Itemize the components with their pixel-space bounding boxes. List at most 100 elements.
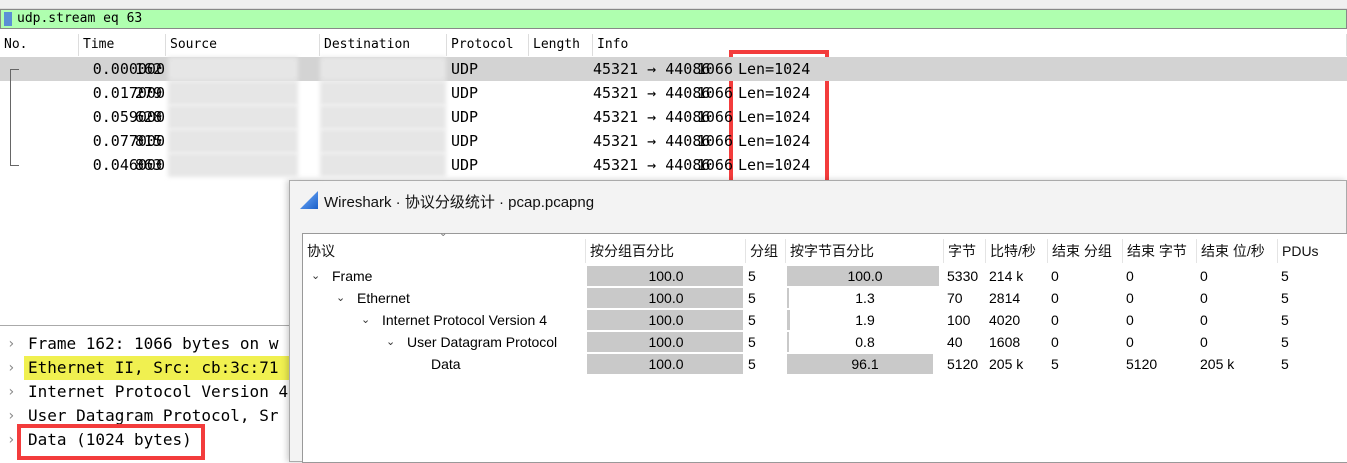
end-bps: 0 (1200, 290, 1208, 306)
end-bps: 205 k (1200, 356, 1235, 372)
source-redacted (168, 153, 298, 177)
highlight-box-data (17, 424, 205, 460)
detail-item[interactable]: › Internet Protocol Version 4 (0, 380, 290, 404)
detail-label: Frame 162: 1066 bytes on w (28, 334, 279, 353)
packets: 5 (748, 312, 756, 328)
column-header-source[interactable]: Source (166, 34, 320, 56)
chevron-down-icon[interactable]: ⌄ (361, 309, 370, 331)
bps: 2814 (989, 290, 1021, 306)
column-header-4[interactable]: 字节 (944, 239, 986, 263)
end-pkts: 0 (1051, 290, 1059, 306)
protocol-name: Data (431, 356, 461, 372)
chevron-right-icon[interactable]: › (7, 428, 15, 452)
column-header-protocol[interactable]: Protocol (447, 34, 529, 56)
chevron-down-icon[interactable]: ⌄ (311, 265, 320, 287)
column-header-2[interactable]: 分组 (746, 239, 786, 263)
row-info: 45321 → 44086 (593, 84, 711, 102)
bookmark-icon[interactable] (4, 12, 12, 26)
end-bytes: 0 (1126, 334, 1134, 350)
hierarchy-row[interactable]: ⌄ Ethernet 100.0 5 1.3 70 2814 0 0 0 5 (303, 287, 1347, 309)
row-time: 0.000000 (92, 60, 165, 78)
byte-percent: 1.3 (855, 290, 875, 306)
column-header-time[interactable]: Time (79, 34, 166, 56)
bytes: 100 (947, 312, 971, 328)
packet-row[interactable]: 628 0.059000 UDP 1066 45321 → 44086 Len=1024 (0, 105, 1347, 129)
row-protocol: UDP (451, 132, 479, 150)
packet-row[interactable]: 279 0.017000 UDP 1066 45321 → 44086 Len=1024 (0, 81, 1347, 105)
dialog-title: Wireshark · 协议分级统计 · pcap.pcapng (324, 194, 595, 211)
row-time: 0.077000 (92, 132, 165, 150)
column-header-6[interactable]: 结束 分组 (1048, 239, 1123, 263)
end-pkts: 0 (1051, 268, 1059, 284)
packet-row[interactable]: 815 0.077000 UDP 1066 45321 → 44086 Len=1024 (0, 129, 1347, 153)
bps: 4020 (989, 312, 1021, 328)
detail-item[interactable]: › Ethernet II, Src: cb:3c:71 (0, 356, 290, 380)
packets: 5 (748, 290, 756, 306)
packet-percent: 100.0 (648, 334, 684, 350)
end-bps: 0 (1200, 268, 1208, 284)
bytes: 70 (947, 290, 963, 306)
destination-redacted (320, 153, 446, 177)
hierarchy-row[interactable]: ⌄ User Datagram Protocol 100.0 5 0.8 40 1608 0 0… (303, 331, 1347, 353)
protocol-name: User Datagram Protocol (407, 334, 558, 350)
row-info: 45321 → 44086 (593, 108, 711, 126)
column-header-length[interactable]: Length (529, 34, 593, 56)
pdus: 5 (1281, 356, 1289, 372)
bytes: 40 (947, 334, 963, 350)
column-header-8[interactable]: 结束 位/秒 (1197, 239, 1278, 263)
row-len: Len=1024 (738, 132, 811, 150)
chevron-down-icon[interactable]: ⌄ (336, 287, 345, 309)
column-header-3[interactable]: 按字节百分比 (786, 239, 944, 263)
main-toolbar (0, 0, 1347, 9)
end-bytes: 5120 (1126, 356, 1158, 372)
detail-item[interactable]: › Frame 162: 1066 bytes on w (0, 332, 290, 356)
byte-percent: 0.8 (855, 334, 875, 350)
end-bytes: 0 (1126, 290, 1134, 306)
destination-redacted (320, 105, 446, 129)
hierarchy-row[interactable]: ⌄ Internet Protocol Version 4 100.0 5 1.9 100… (303, 309, 1347, 331)
source-redacted (168, 57, 298, 81)
column-header-0[interactable]: 协议 (303, 239, 586, 263)
display-filter-input[interactable]: udp.stream eq 63 (0, 9, 1347, 29)
column-header-5[interactable]: 比特/秒 (986, 239, 1048, 263)
packet-row[interactable]: 162 0.000000 UDP 1066 45321 → 44086 Len=1024 (0, 57, 1347, 81)
row-info: 45321 → 44086 (593, 156, 711, 174)
column-header-info[interactable]: Info (593, 34, 1347, 56)
end-pkts: 0 (1051, 334, 1059, 350)
end-pkts: 0 (1051, 312, 1059, 328)
conversation-bracket (10, 69, 19, 166)
bps: 214 k (989, 268, 1024, 284)
chevron-right-icon[interactable]: › (7, 356, 15, 380)
chevron-right-icon[interactable]: › (7, 332, 15, 356)
column-header-9[interactable]: PDUs (1278, 239, 1347, 263)
row-len: Len=1024 (738, 60, 811, 78)
hierarchy-row[interactable]: ⌄ Frame 100.0 5 100.0 5330 214 k 0 0 0 5 (303, 265, 1347, 287)
column-header-no[interactable]: No. (0, 34, 79, 56)
byte-percent: 100.0 (847, 268, 883, 284)
chevron-down-icon[interactable]: ⌄ (386, 331, 395, 353)
pdus: 5 (1281, 268, 1289, 284)
hierarchy-row[interactable]: Data 100.0 5 96.1 5120 205 k 5 5120 205 k 5 (303, 353, 1347, 375)
packet-row[interactable]: 863 0.046000 UDP 1066 45321 → 44086 Len=1024 (0, 153, 1347, 177)
row-time: 0.017000 (92, 84, 165, 102)
pdus: 5 (1281, 334, 1289, 350)
column-header-7[interactable]: 结束 字节 (1123, 239, 1197, 263)
protocol-name: Frame (332, 268, 373, 284)
detail-label: Internet Protocol Version 4 (28, 382, 289, 401)
pdus: 5 (1281, 312, 1289, 328)
destination-redacted (320, 57, 446, 81)
chevron-right-icon[interactable]: › (7, 380, 15, 404)
source-redacted (168, 81, 298, 105)
row-len: Len=1024 (738, 156, 811, 174)
bps: 205 k (989, 356, 1024, 372)
row-time: 0.046000 (92, 156, 165, 174)
row-protocol: UDP (451, 156, 479, 174)
row-protocol: UDP (451, 108, 479, 126)
chevron-right-icon[interactable]: › (7, 404, 15, 428)
row-protocol: UDP (451, 60, 479, 78)
row-info: 45321 → 44086 (593, 60, 711, 78)
column-header-1[interactable]: 按分组百分比 (586, 239, 746, 263)
bps: 1608 (989, 334, 1021, 350)
column-header-destination[interactable]: Destination (320, 34, 447, 56)
pdus: 5 (1281, 290, 1289, 306)
